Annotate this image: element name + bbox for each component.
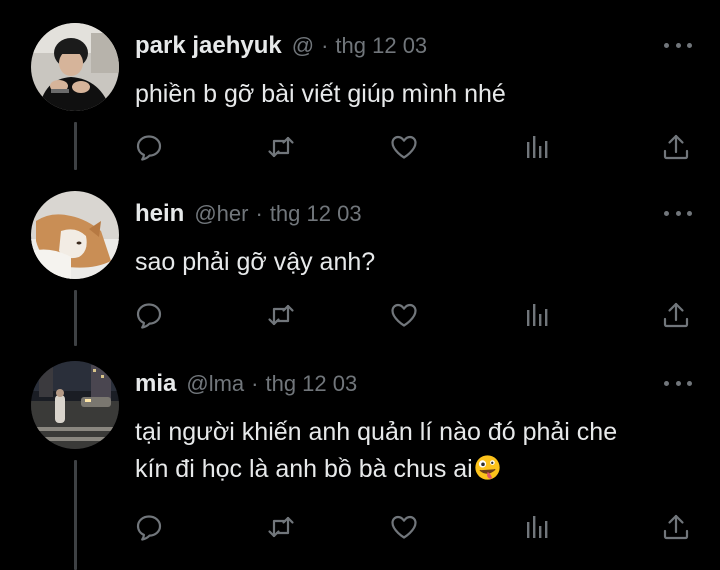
analytics-icon[interactable] bbox=[522, 132, 552, 162]
tweet-1[interactable]: park jaehyuk @ · thg 12 03 phiền b gỡ bà… bbox=[0, 0, 720, 190]
analytics-icon[interactable] bbox=[522, 512, 552, 542]
tweet-header: park jaehyuk @ · thg 12 03 bbox=[135, 31, 427, 61]
tweet-text: sao phải gỡ vậy anh? bbox=[135, 248, 376, 276]
more-dots-icon[interactable] bbox=[664, 203, 692, 223]
avatar-park-jaehyuk[interactable] bbox=[31, 23, 119, 111]
separator-dot: · bbox=[255, 201, 263, 226]
reply-icon[interactable] bbox=[134, 132, 164, 162]
retweet-icon[interactable] bbox=[266, 132, 296, 162]
separator-dot: · bbox=[321, 33, 329, 58]
avatar-hein[interactable] bbox=[31, 191, 119, 279]
heart-icon[interactable] bbox=[389, 132, 419, 162]
zany-face-emoji bbox=[475, 455, 500, 480]
display-name[interactable]: park jaehyuk bbox=[135, 32, 282, 60]
analytics-icon[interactable] bbox=[522, 300, 552, 330]
heart-icon[interactable] bbox=[389, 512, 419, 542]
tweet-text-line-1: tại người khiến anh quản lí nào đó phải … bbox=[135, 418, 618, 446]
tweet-header: mia @lma · thg 12 03 bbox=[135, 369, 357, 399]
tweet-header: hein @her · thg 12 03 bbox=[135, 199, 362, 229]
display-name[interactable]: hein bbox=[135, 200, 184, 228]
tweet-3[interactable]: mia @lma · thg 12 03 tại người khiến anh… bbox=[0, 360, 720, 570]
share-icon[interactable] bbox=[661, 300, 691, 330]
user-handle[interactable]: @ bbox=[292, 33, 314, 59]
share-icon[interactable] bbox=[661, 132, 691, 162]
reply-icon[interactable] bbox=[134, 300, 164, 330]
user-handle[interactable]: @lma bbox=[186, 371, 244, 397]
more-dots-icon[interactable] bbox=[664, 373, 692, 393]
tweet-text-line-2-text: kín đi học là anh bồ bà chus ai bbox=[135, 455, 473, 483]
tweet-text-line-2: kín đi học là anh bồ bà chus ai bbox=[135, 451, 695, 488]
tweet-date[interactable]: thg 12 03 bbox=[265, 371, 357, 397]
retweet-icon[interactable] bbox=[266, 300, 296, 330]
tweet-date[interactable]: thg 12 03 bbox=[270, 201, 362, 227]
avatar-mia[interactable] bbox=[31, 361, 119, 449]
share-icon[interactable] bbox=[661, 512, 691, 542]
user-handle[interactable]: @her bbox=[194, 201, 248, 227]
more-dots-icon[interactable] bbox=[664, 35, 692, 55]
retweet-icon[interactable] bbox=[266, 512, 296, 542]
action-bar bbox=[0, 300, 720, 330]
tweet-date[interactable]: thg 12 03 bbox=[335, 33, 427, 59]
display-name[interactable]: mia bbox=[135, 370, 176, 398]
separator-dot: · bbox=[251, 371, 259, 396]
reply-icon[interactable] bbox=[134, 512, 164, 542]
action-bar bbox=[0, 132, 720, 162]
tweet-text: phiền b gỡ bài viết giúp mình nhé bbox=[135, 80, 506, 108]
heart-icon[interactable] bbox=[389, 300, 419, 330]
tweet-text: tại người khiến anh quản lí nào đó phải … bbox=[135, 414, 695, 488]
action-bar bbox=[0, 512, 720, 542]
tweet-2[interactable]: hein @her · thg 12 03 sao phải gỡ vậy an… bbox=[0, 190, 720, 360]
